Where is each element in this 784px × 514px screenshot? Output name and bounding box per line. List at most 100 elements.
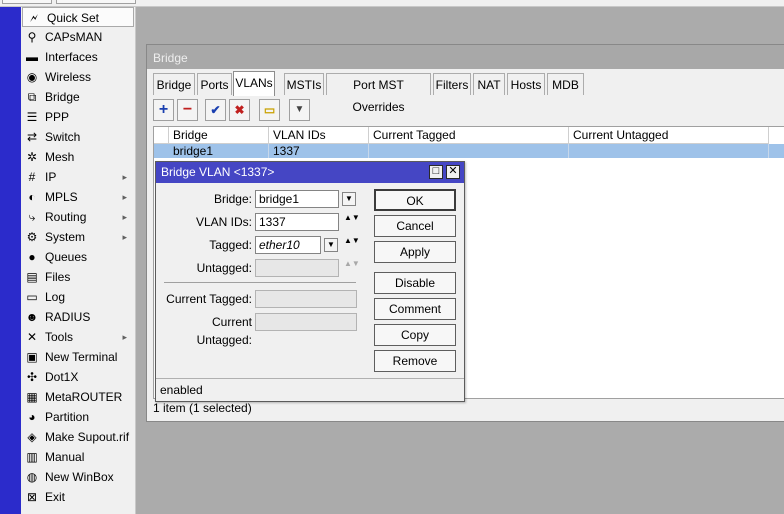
- vlan-ids-spin-icon[interactable]: ▲▼: [344, 214, 360, 232]
- sidebar-item-new-winbox[interactable]: ◍ New WinBox: [21, 467, 135, 487]
- filter-icon[interactable]: ▼: [289, 99, 310, 121]
- wireless-icon: ◉: [26, 70, 38, 84]
- vlan-ids-field[interactable]: 1337: [255, 213, 339, 231]
- sidebar-item-manual[interactable]: ▥ Manual: [21, 447, 135, 467]
- sidebar-item-label: Tools: [45, 330, 74, 344]
- cell-vlan-ids: 1337: [269, 144, 369, 158]
- tagged-dropdown-icon[interactable]: ▼: [324, 238, 338, 252]
- sidebar-item-bridge[interactable]: ⧉ Bridge: [21, 87, 135, 107]
- divider: [164, 282, 356, 283]
- tab-mdb[interactable]: MDB: [547, 73, 584, 95]
- mesh-icon: ✲: [26, 150, 38, 164]
- sidebar-item-capsman[interactable]: ⚲ CAPsMAN: [21, 27, 135, 47]
- sidebar-item-switch[interactable]: ⇄ Switch: [21, 127, 135, 147]
- sidebar-item-routing[interactable]: ⤷ Routing ▸: [21, 207, 135, 227]
- ppp-icon: ☰: [26, 110, 38, 124]
- manual-icon: ▥: [26, 450, 38, 464]
- remove-button[interactable]: Remove: [374, 350, 456, 372]
- add-icon[interactable]: +: [153, 99, 174, 121]
- column-header-vlan-ids[interactable]: VLAN IDs: [269, 127, 369, 144]
- column-header-bridge[interactable]: Bridge: [169, 127, 269, 144]
- sidebar-item-dot1x[interactable]: ✣ Dot1X: [21, 367, 135, 387]
- supout-icon: ◈: [27, 430, 37, 444]
- copy-button[interactable]: Copy: [374, 324, 456, 346]
- sidebar-item-ip[interactable]: # IP ▸: [21, 167, 135, 187]
- radius-icon: ☻: [25, 310, 39, 324]
- sidebar-item-tools[interactable]: ✕ Tools ▸: [21, 327, 135, 347]
- close-icon[interactable]: ✕: [446, 165, 460, 179]
- bridge-dropdown-icon[interactable]: ▼: [342, 192, 356, 206]
- sidebar-item-mpls[interactable]: ◐ MPLS ▸: [21, 187, 135, 207]
- mpls-icon: ◐: [28, 190, 36, 204]
- sidebar-item-queues[interactable]: ● Queues: [21, 247, 135, 267]
- sidebar-item-metarouter[interactable]: ▦ MetaROUTER: [21, 387, 135, 407]
- untagged-spin-icon[interactable]: ▲▼: [344, 260, 360, 278]
- sidebar-item-make-supout-rif[interactable]: ◈ Make Supout.rif: [21, 427, 135, 447]
- tab-vlans[interactable]: VLANs: [233, 71, 275, 96]
- terminal-icon: ▣: [26, 350, 38, 364]
- tab-filters[interactable]: Filters: [433, 73, 471, 95]
- dialog-title: Bridge VLAN <1337>: [161, 165, 275, 179]
- top-menu-strip: [0, 0, 784, 7]
- cell-current-untagged: [569, 144, 769, 158]
- column-header-current-untagged[interactable]: Current Untagged: [569, 127, 769, 144]
- apply-button[interactable]: Apply: [374, 241, 456, 263]
- tab-nat[interactable]: NAT: [473, 73, 505, 95]
- sidebar-item-ppp[interactable]: ☰ PPP: [21, 107, 135, 127]
- sidebar-item-label: Manual: [45, 450, 85, 464]
- sidebar-item-wireless[interactable]: ◉ Wireless: [21, 67, 135, 87]
- quick-set-icon: 🗲: [30, 11, 38, 25]
- comment-button[interactable]: Comment: [374, 298, 456, 320]
- tagged-field[interactable]: ether10: [255, 236, 321, 254]
- sidebar-item-label: Partition: [45, 410, 90, 424]
- bridge-icon: ⧉: [27, 90, 37, 104]
- top-toolbar-segment[interactable]: [56, 0, 136, 4]
- sidebar-item-radius[interactable]: ☻ RADIUS: [21, 307, 135, 327]
- sidebar-item-files[interactable]: ▤ Files: [21, 267, 135, 287]
- tab-mstis[interactable]: MSTIs: [284, 73, 324, 95]
- sidebar-item-new-terminal[interactable]: ▣ New Terminal: [21, 347, 135, 367]
- untagged-field[interactable]: [255, 259, 339, 277]
- sidebar-item-label: Routing: [45, 210, 87, 224]
- minimize-icon[interactable]: □: [429, 165, 443, 179]
- cell-current-tagged: [369, 144, 569, 158]
- column-header-current-tagged[interactable]: Current Tagged: [369, 127, 569, 144]
- system-icon: ⚙: [26, 230, 38, 244]
- tagged-spin-icon[interactable]: ▲▼: [344, 237, 360, 255]
- tab-ports[interactable]: Ports: [197, 73, 232, 95]
- enable-icon[interactable]: ✔: [205, 99, 226, 121]
- comment-icon[interactable]: ▭: [259, 99, 280, 121]
- bridge-window-title[interactable]: Bridge: [147, 45, 784, 69]
- dialog-titlebar[interactable]: Bridge VLAN <1337> □ ✕: [156, 162, 464, 183]
- sidebar-item-label: Wireless: [45, 70, 92, 84]
- disable-icon[interactable]: ✖: [229, 99, 250, 121]
- sidebar-item-exit[interactable]: ⊠ Exit: [21, 487, 135, 507]
- sidebar-item-label: New Terminal: [45, 350, 118, 364]
- remove-icon[interactable]: −: [177, 99, 198, 121]
- table-row[interactable]: bridge1 1337: [154, 144, 784, 158]
- sidebar-item-mesh[interactable]: ✲ Mesh: [21, 147, 135, 167]
- tab-hosts[interactable]: Hosts: [507, 73, 545, 95]
- untagged-label: Untagged:: [196, 261, 252, 275]
- current-tagged-label: Current Tagged:: [166, 292, 252, 306]
- sidebar-item-label: RADIUS: [45, 310, 91, 324]
- sidebar-item-label: Interfaces: [45, 50, 98, 64]
- sidebar-item-system[interactable]: ⚙ System ▸: [21, 227, 135, 247]
- bridge-field[interactable]: bridge1: [255, 190, 339, 208]
- submenu-arrow-icon: ▸: [122, 172, 127, 182]
- ok-button[interactable]: OK: [374, 189, 456, 211]
- sidebar-item-partition[interactable]: ◕ Partition: [21, 407, 135, 427]
- sidebar-item-label: Switch: [45, 130, 81, 144]
- tab-port-mst-overrides[interactable]: Port MST Overrides: [326, 73, 431, 114]
- cancel-button[interactable]: Cancel: [374, 215, 456, 237]
- current-tagged-field: [255, 290, 357, 308]
- queues-icon: ●: [28, 250, 36, 264]
- bridge-label: Bridge:: [213, 192, 252, 206]
- disable-button[interactable]: Disable: [374, 272, 456, 294]
- sidebar-item-log[interactable]: ▭ Log: [21, 287, 135, 307]
- sidebar-item-interfaces[interactable]: ▬ Interfaces: [21, 47, 135, 67]
- routing-icon: ⤷: [28, 210, 36, 224]
- top-toolbar-segment[interactable]: [2, 0, 52, 4]
- sidebar-item-quick-set[interactable]: 🗲 Quick Set: [22, 7, 134, 27]
- tab-bridge[interactable]: Bridge: [153, 73, 195, 95]
